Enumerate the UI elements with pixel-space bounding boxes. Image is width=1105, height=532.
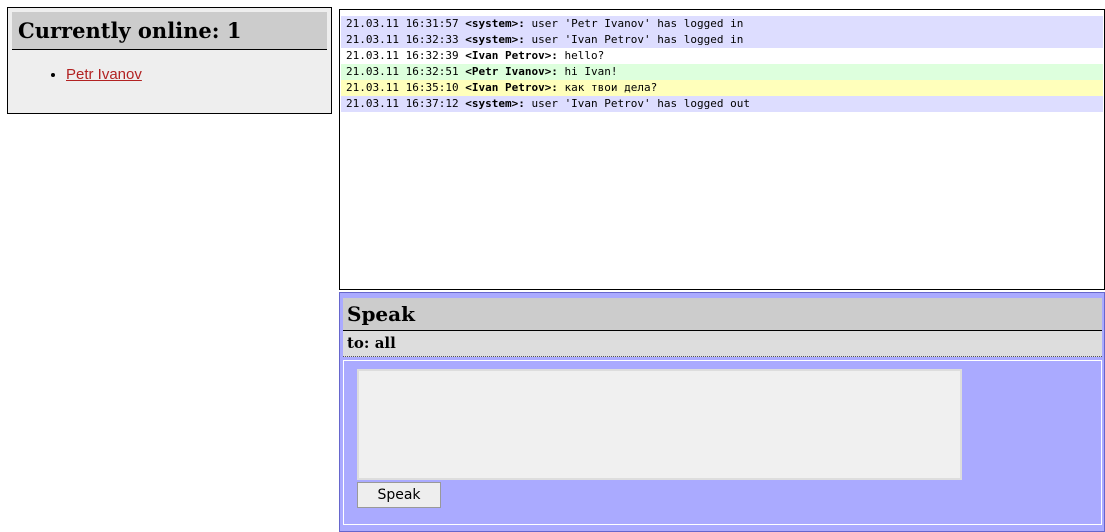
message-time: 21.03.11 16:35:10 [346, 81, 459, 94]
speak-panel: Speak to: all Speak [339, 292, 1105, 532]
message-sender: <Ivan Petrov>: [465, 49, 558, 62]
chat-message: 21.03.11 16:35:10 <Ivan Petrov>: как тво… [341, 80, 1103, 96]
message-text: hi Ivan! [557, 65, 618, 78]
message-time: 21.03.11 16:31:57 [346, 17, 459, 30]
chat-message: 21.03.11 16:32:51 <Petr Ivanov>: hi Ivan… [341, 64, 1103, 80]
chat-message: 21.03.11 16:32:33 <system>: user 'Ivan P… [341, 32, 1103, 48]
chat-log[interactable]: 21.03.11 16:31:57 <system>: user 'Petr I… [339, 9, 1105, 290]
message-text: hello? [557, 49, 605, 62]
message-text: user 'Ivan Petrov' has logged out [524, 97, 750, 110]
message-text: как твои дела? [557, 81, 658, 94]
message-time: 21.03.11 16:32:33 [346, 33, 459, 46]
chat-message: 21.03.11 16:37:12 <system>: user 'Ivan P… [341, 96, 1103, 112]
message-sender: <system>: [465, 17, 525, 30]
online-user-item: Petr Ivanov [66, 66, 331, 83]
speak-title: Speak [343, 298, 1102, 331]
message-sender: <system>: [465, 97, 525, 110]
message-time: 21.03.11 16:37:12 [346, 97, 459, 110]
online-users-panel: Currently online: 1 Petr Ivanov [7, 7, 332, 114]
message-sender: <system>: [465, 33, 525, 46]
message-sender: <Petr Ivanov>: [465, 65, 558, 78]
chat-message: 21.03.11 16:32:39 <Ivan Petrov>: hello? [341, 48, 1103, 64]
speak-form: Speak [343, 360, 1102, 525]
message-text: user 'Ivan Petrov' has logged in [524, 33, 744, 46]
message-time: 21.03.11 16:32:51 [346, 65, 459, 78]
online-user-link[interactable]: Petr Ivanov [66, 66, 142, 83]
chat-message: 21.03.11 16:31:57 <system>: user 'Petr I… [341, 16, 1103, 32]
message-sender: <Ivan Petrov>: [465, 81, 558, 94]
speak-recipient: to: all [343, 331, 1102, 357]
message-input[interactable] [357, 369, 962, 480]
message-text: user 'Petr Ivanov' has logged in [524, 17, 744, 30]
speak-button[interactable]: Speak [357, 482, 441, 508]
message-time: 21.03.11 16:32:39 [346, 49, 459, 62]
online-users-list: Petr Ivanov [8, 66, 331, 83]
online-count-title: Currently online: 1 [12, 12, 327, 50]
